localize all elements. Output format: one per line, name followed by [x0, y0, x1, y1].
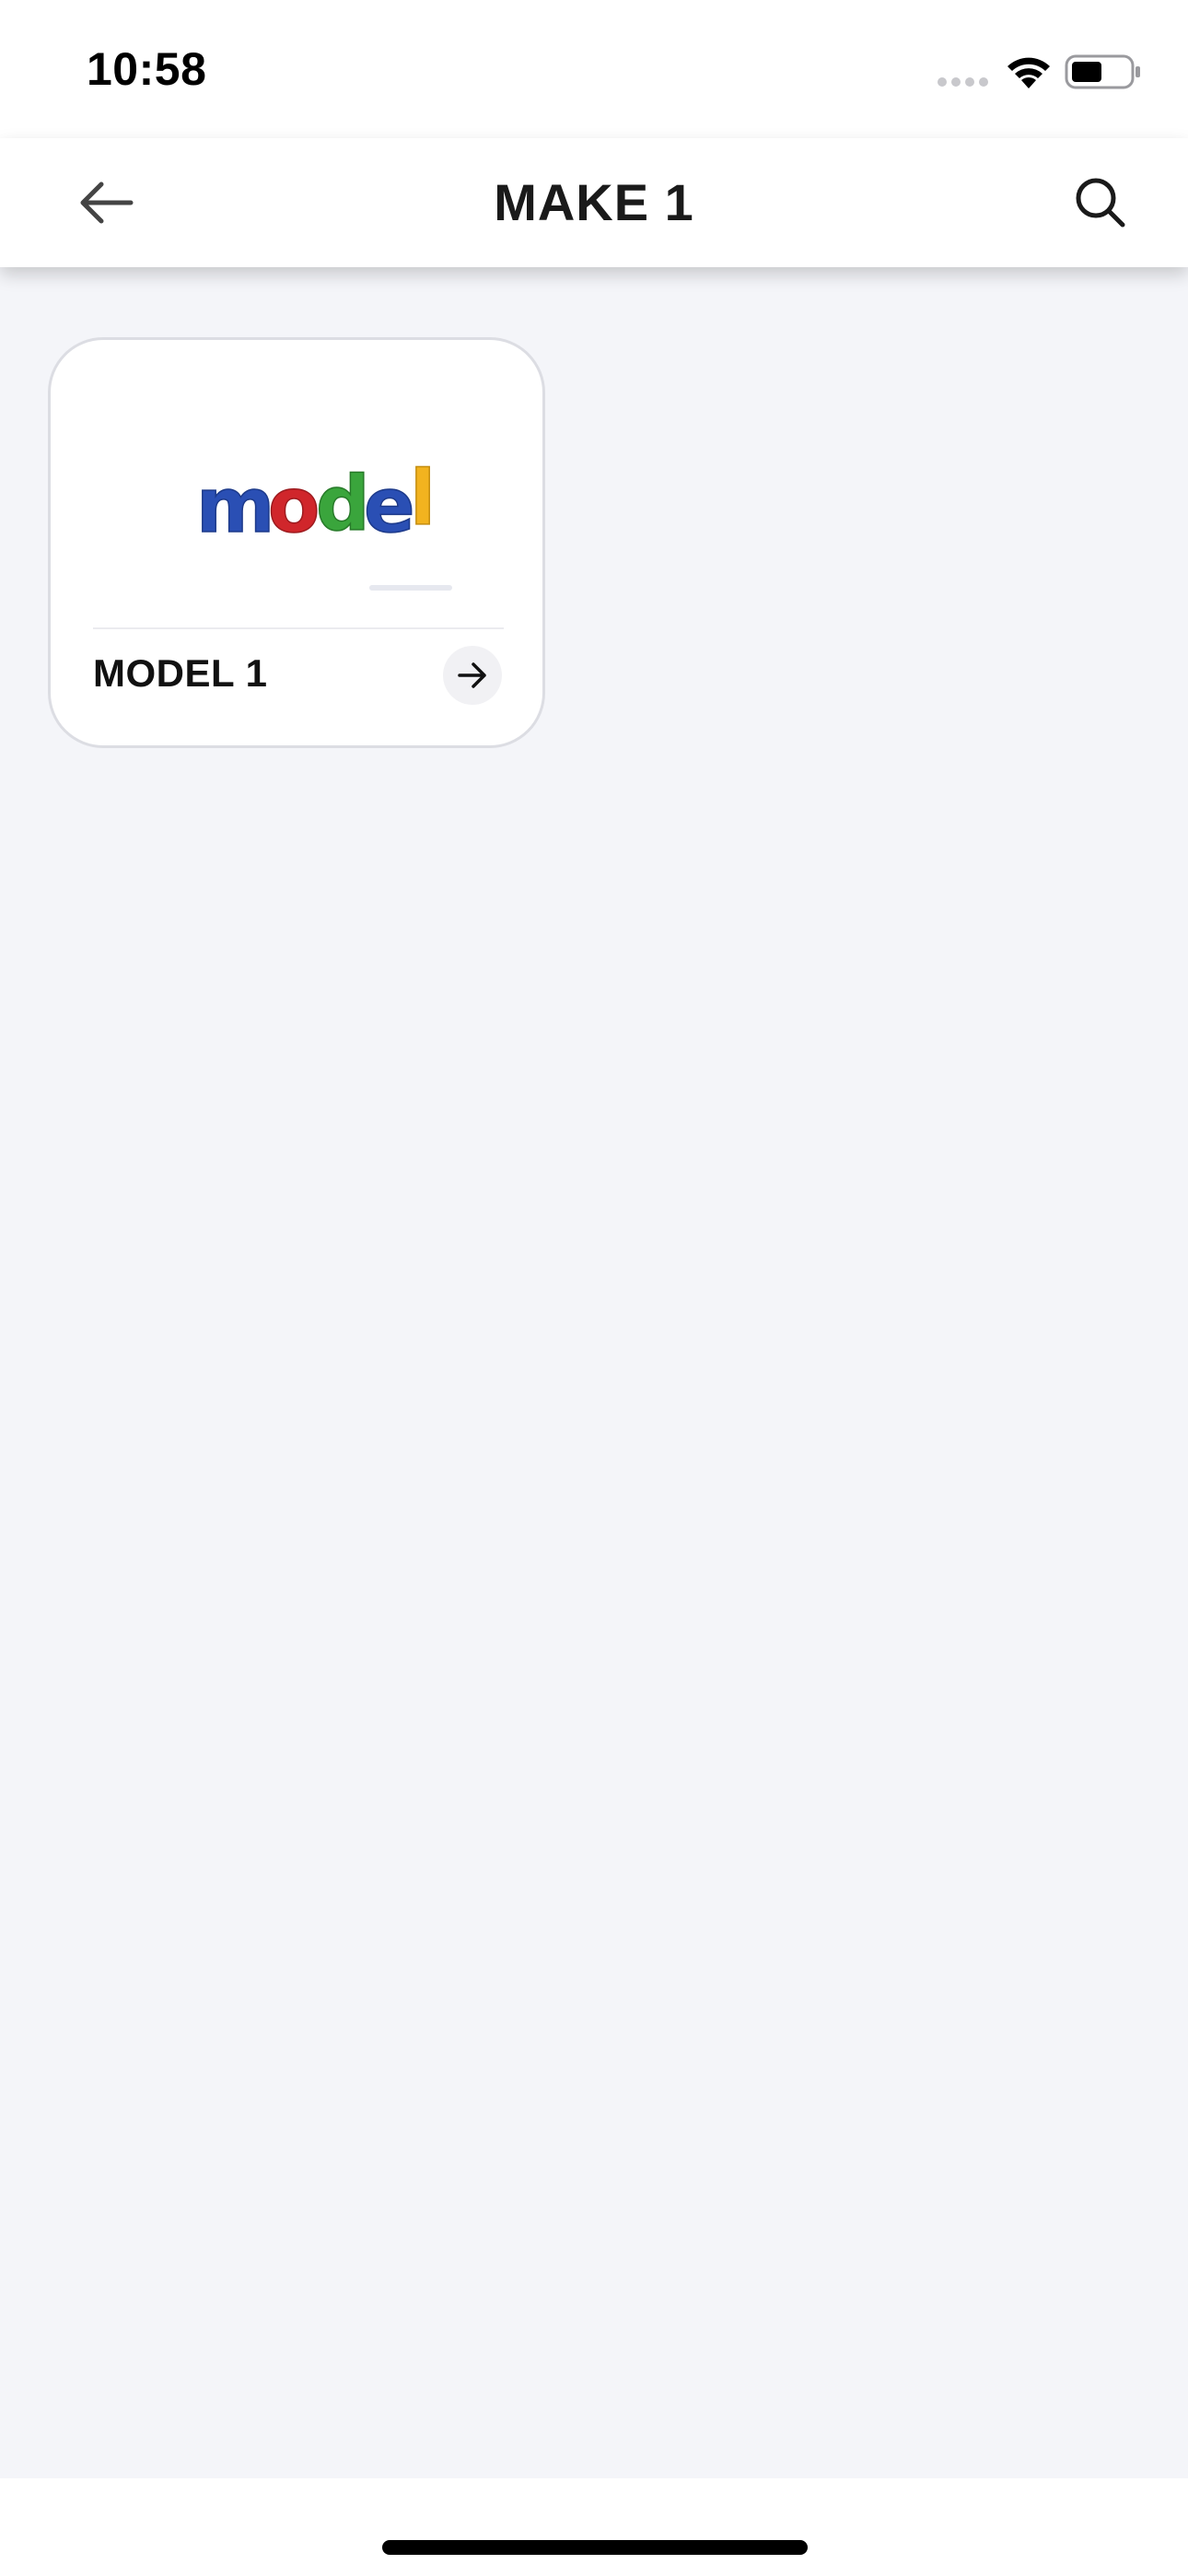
svg-text:l: l	[410, 455, 436, 543]
model-logo-image: m o d e l	[195, 454, 452, 591]
svg-text:o: o	[268, 463, 320, 550]
status-bar: 10:58	[0, 0, 1188, 138]
content-area: m o d e l MODEL 1	[0, 267, 1188, 2478]
arrow-left-icon	[80, 181, 134, 224]
svg-text:m: m	[196, 463, 274, 550]
svg-text:e: e	[364, 463, 415, 550]
model-name: MODEL 1	[93, 651, 268, 695]
arrow-right-icon	[458, 662, 486, 688]
page-title: MAKE 1	[494, 173, 694, 231]
battery-icon	[1065, 54, 1140, 89]
bottom-safe-area	[0, 2478, 1188, 2576]
home-indicator[interactable]	[382, 2540, 808, 2555]
search-icon	[1076, 178, 1125, 228]
model-card[interactable]: m o d e l MODEL 1	[48, 337, 545, 748]
wifi-icon	[1007, 57, 1050, 88]
svg-text:d: d	[316, 461, 370, 548]
back-button[interactable]	[64, 166, 147, 240]
app-header: MAKE 1	[0, 138, 1188, 267]
open-model-button[interactable]	[443, 646, 502, 705]
model-thumbnail: m o d e l	[87, 358, 511, 616]
card-divider	[93, 627, 504, 629]
search-button[interactable]	[1059, 166, 1142, 240]
status-time: 10:58	[87, 43, 207, 95]
cellular-signal-icon	[938, 77, 988, 87]
